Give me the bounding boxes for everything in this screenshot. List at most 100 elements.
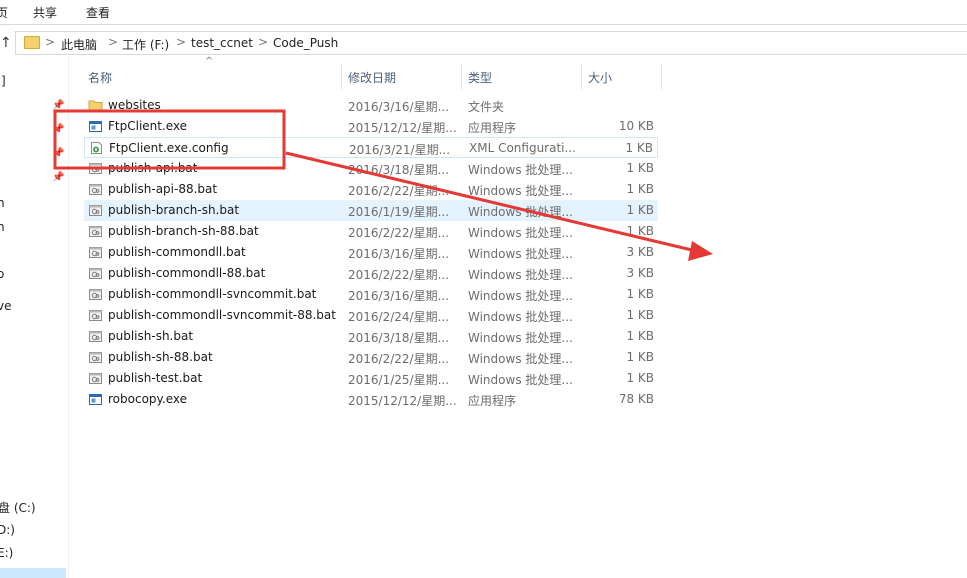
file-type: Windows 批处理... (468, 289, 573, 303)
pane-divider (68, 56, 69, 578)
file-row[interactable]: FtpClient.exe 2015/12/12/星期... 应用程序 10 KB (84, 116, 658, 137)
file-size: 1 KB (626, 371, 654, 385)
file-name: publish-test.bat (108, 371, 203, 385)
file-date-modified: 2016/2/22/星期... (348, 184, 450, 198)
pin-icon: 📌 (52, 124, 65, 135)
file-date-modified: 2015/12/12/星期... (348, 394, 457, 408)
breadcrumb-separator: > (258, 35, 269, 49)
file-size: 1 KB (626, 350, 654, 364)
annotation-arrowhead (688, 241, 713, 261)
file-size: 10 KB (618, 119, 654, 133)
breadcrumb-test-ccnet[interactable]: test_ccnet (191, 36, 253, 50)
pin-icon: 📌 (52, 172, 65, 183)
file-row[interactable]: websites 2016/3/16/星期... 文件夹 (84, 95, 658, 116)
file-size: 1 KB (626, 308, 654, 322)
nav-item-drive-d[interactable]: D:) (0, 523, 15, 537)
file-row[interactable]: publish-commondll-88.bat 2016/2/22/星期... W… (84, 263, 658, 284)
ribbon-tab-view[interactable]: 查看 (86, 4, 110, 21)
file-row[interactable]: FtpClient.exe.config 2016/3/21/星期... XML C… (84, 137, 658, 158)
column-divider[interactable] (341, 64, 342, 90)
file-row[interactable]: publish-commondll.bat 2016/3/16/星期... Wind… (84, 242, 658, 263)
bat-icon (88, 371, 103, 385)
file-type: Windows 批处理... (468, 226, 573, 240)
column-header-name[interactable]: 名称 (88, 64, 340, 90)
file-date-modified: 2016/2/22/星期... (348, 268, 450, 282)
column-header-label: 大小 (588, 71, 613, 85)
nav-item-drive-c[interactable]: 盘 (C:) (0, 499, 36, 516)
file-size: 1 KB (626, 224, 654, 238)
folder-icon (24, 36, 40, 49)
file-name: publish-branch-sh.bat (108, 203, 240, 217)
nav-item-drive-e[interactable]: E:) (0, 546, 13, 560)
bat-icon (88, 308, 103, 322)
bat-icon (88, 287, 103, 301)
file-size: 1 KB (626, 182, 654, 196)
nav-item[interactable]: n (0, 196, 5, 210)
nav-selection-highlight (0, 568, 66, 578)
file-type: Windows 批处理... (468, 373, 573, 387)
bat-icon (88, 224, 103, 238)
up-arrow-icon[interactable]: ↑ (0, 34, 12, 52)
file-row[interactable]: publish-commondll-svncommit-88.bat 2016/2… (84, 305, 658, 326)
exe-icon (88, 392, 103, 406)
file-size: 78 KB (618, 392, 654, 406)
column-header-label: 名称 (88, 71, 113, 85)
breadcrumb-separator: > (176, 35, 187, 49)
file-type: 应用程序 (468, 121, 517, 135)
column-divider[interactable] (661, 64, 662, 90)
address-bar[interactable]: > 此电脑 > 工作 (F:) > test_ccnet > Code_Push (15, 31, 967, 55)
bat-icon (88, 161, 103, 175)
file-date-modified: 2016/3/16/星期... (348, 289, 450, 303)
file-row[interactable]: publish-sh-88.bat 2016/2/22/星期... Windows … (84, 347, 658, 368)
file-type: Windows 批处理... (468, 310, 573, 324)
column-divider[interactable] (461, 64, 462, 90)
column-header-size[interactable]: 大小 (588, 64, 660, 90)
bat-icon (88, 245, 103, 259)
file-name: publish-sh.bat (108, 329, 194, 343)
file-date-modified: 2016/3/18/星期... (348, 163, 450, 177)
file-row[interactable]: publish-commondll-svncommit.bat 2016/3/16… (84, 284, 658, 305)
file-date-modified: 2015/12/12/星期... (348, 121, 457, 135)
pin-icon: 📌 (52, 100, 65, 111)
file-date-modified: 2016/2/22/星期... (348, 352, 450, 366)
file-type: Windows 批处理... (468, 352, 573, 366)
file-name: publish-commondll.bat (108, 245, 246, 259)
nav-item[interactable]: o (0, 267, 4, 281)
column-divider[interactable] (581, 64, 582, 90)
file-date-modified: 2016/1/25/星期... (348, 373, 450, 387)
file-row[interactable]: robocopy.exe 2015/12/12/星期... 应用程序 78 KB (84, 389, 658, 410)
file-type: Windows 批处理... (468, 268, 573, 282)
file-date-modified: 2016/2/22/星期... (348, 226, 450, 240)
file-size: 3 KB (626, 266, 654, 280)
exe-icon (88, 119, 103, 133)
file-type: Windows 批处理... (468, 184, 573, 198)
ribbon-tabs: 页 共享 查看 (0, 0, 967, 25)
nav-item[interactable]: n (0, 220, 5, 234)
file-date-modified: 2016/1/19/星期... (348, 205, 450, 219)
nav-item[interactable]: ve (0, 299, 11, 313)
file-row[interactable]: publish-branch-sh.bat 2016/1/19/星期... Wind… (84, 200, 658, 221)
file-size: 1 KB (626, 161, 654, 175)
column-header-type[interactable]: 类型 (468, 64, 580, 90)
ribbon-tab-home[interactable]: 页 (0, 4, 8, 21)
file-name: publish-api-88.bat (108, 182, 218, 196)
folder-icon (88, 98, 103, 112)
file-row[interactable]: publish-branch-sh-88.bat 2016/2/22/星期... W… (84, 221, 658, 242)
column-header-date[interactable]: 修改日期 (348, 64, 460, 90)
file-date-modified: 2016/2/24/星期... (348, 310, 450, 324)
breadcrumb-drive-f[interactable]: 工作 (F:) (122, 36, 169, 53)
file-type: Windows 批处理... (468, 331, 573, 345)
file-type: 文件夹 (468, 100, 505, 114)
file-name: FtpClient.exe.config (109, 141, 229, 155)
file-row[interactable]: publish-test.bat 2016/1/25/星期... Windows 批… (84, 368, 658, 389)
file-name: websites (108, 98, 161, 112)
file-row[interactable]: publish-sh.bat 2016/3/18/星期... Windows 批处理… (84, 326, 658, 347)
breadcrumb-this-pc[interactable]: 此电脑 (61, 36, 97, 53)
file-row[interactable]: publish-api-88.bat 2016/2/22/星期... Windows… (84, 179, 658, 200)
breadcrumb-code-push[interactable]: Code_Push (273, 36, 338, 50)
nav-item[interactable]: |] (0, 74, 6, 88)
file-date-modified: 2016/3/18/星期... (348, 331, 450, 345)
ribbon-tab-share[interactable]: 共享 (33, 4, 57, 21)
file-name: robocopy.exe (108, 392, 188, 406)
file-row[interactable]: publish-api.bat 2016/3/18/星期... Windows 批处… (84, 158, 658, 179)
